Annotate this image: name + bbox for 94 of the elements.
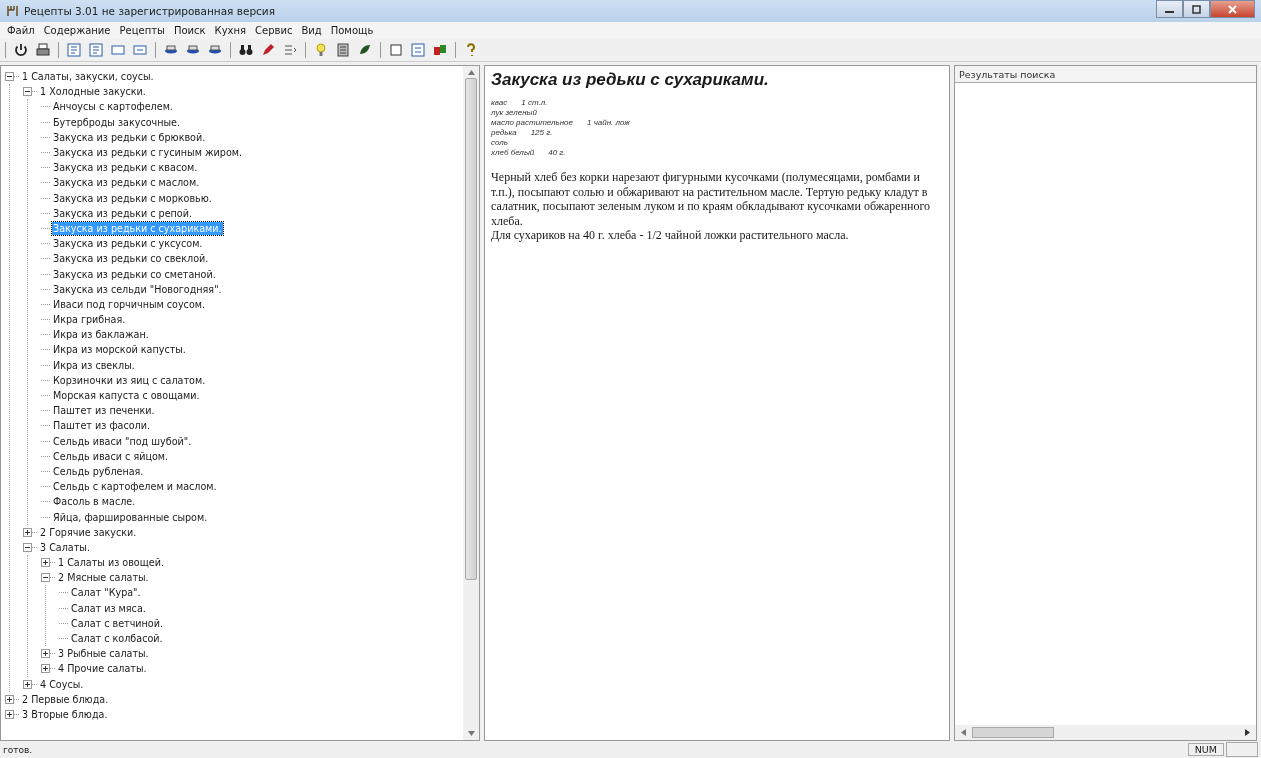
- tree-item[interactable]: Закуска из редьки со сметаной.: [52, 267, 217, 281]
- ingredient-amount: 40 г.: [548, 148, 566, 158]
- menu-item[interactable]: Содержание: [43, 25, 111, 36]
- expand-icon[interactable]: [41, 649, 50, 659]
- tree-item[interactable]: Закуска из редьки с брюквой.: [52, 130, 207, 144]
- expand-icon[interactable]: [23, 527, 32, 537]
- tree-item[interactable]: Сельдь иваси с яйцом.: [52, 449, 170, 463]
- tree-item[interactable]: Закуска из редьки с уксусом.: [52, 237, 204, 251]
- column-header: Результаты поиска: [955, 66, 1256, 83]
- ingredient-amount: 125 г.: [530, 128, 553, 138]
- tree-item[interactable]: 3 Вторые блюда.: [21, 707, 109, 721]
- maximize-icon: [1192, 4, 1201, 14]
- menu-item[interactable]: Помощь: [330, 25, 374, 36]
- expand-icon[interactable]: [41, 664, 50, 674]
- collapse-icon[interactable]: [41, 573, 50, 583]
- tree-item[interactable]: Закуска из редьки с морковью.: [52, 191, 213, 205]
- tree-item[interactable]: Закуска из редьки с квасом.: [52, 161, 199, 175]
- ingredient-name: масло растительное: [491, 118, 573, 128]
- tree-item[interactable]: Бутерброды закусочные.: [52, 115, 182, 129]
- tree-item[interactable]: Салат с ветчиной.: [70, 616, 165, 630]
- tree-item[interactable]: 1 Салаты, закуски, соусы.: [21, 70, 155, 84]
- tree-item[interactable]: 3 Рыбные салаты.: [57, 647, 150, 661]
- scroll-left-icon[interactable]: [961, 729, 966, 736]
- ingredient-name: квас: [491, 98, 508, 108]
- status-indicator: NUM: [1187, 743, 1224, 756]
- tree-item[interactable]: 4 Прочие салаты.: [57, 662, 148, 676]
- tree-item[interactable]: Иваси под горчичным соусом.: [52, 297, 207, 311]
- scrollbar[interactable]: [463, 66, 479, 740]
- tree-item[interactable]: Икра из баклажан.: [52, 328, 150, 342]
- tree-item[interactable]: Паштет из печенки.: [52, 404, 156, 418]
- scrollbar[interactable]: [955, 725, 1256, 740]
- tree-item[interactable]: Закуска из редьки с маслом.: [52, 176, 201, 190]
- window-title: Рецепты 3.01 не зарегистрированная версия: [24, 5, 275, 17]
- minimize-icon: [1165, 11, 1174, 13]
- scrollbar-thumb[interactable]: [972, 727, 1054, 738]
- expand-icon[interactable]: [5, 694, 14, 704]
- collapse-icon[interactable]: [5, 72, 14, 82]
- tree-item[interactable]: Салат "Кура".: [70, 586, 142, 600]
- tree-item[interactable]: Икра из свеклы.: [52, 358, 136, 372]
- menu-item[interactable]: Сервис: [255, 25, 293, 36]
- scrollbar-thumb[interactable]: [465, 78, 477, 580]
- tree-item[interactable]: 2 Горячие закуски.: [39, 525, 138, 539]
- maximize-button[interactable]: [1183, 0, 1210, 18]
- collapse-icon[interactable]: [23, 542, 32, 552]
- scroll-up-icon[interactable]: [467, 70, 475, 75]
- tree-item[interactable]: Салат из мяса.: [70, 601, 147, 615]
- ingredient-amount: 1 ст.л.: [521, 98, 548, 108]
- menu-item[interactable]: Рецепты: [119, 25, 165, 36]
- tree-item[interactable]: 1 Холодные закуски.: [39, 85, 147, 99]
- tree-item[interactable]: Фасоль в масле.: [52, 495, 137, 509]
- tree-item[interactable]: 1 Салаты из овощей.: [57, 556, 165, 570]
- recipe-title: Закуска из редьки с сухариками.: [491, 70, 770, 90]
- menu-item[interactable]: Поиск: [173, 25, 206, 36]
- ingredient-name: редька: [491, 128, 517, 138]
- tree-item[interactable]: Анчоусы с картофелем.: [52, 100, 174, 114]
- status-panel: [1226, 742, 1258, 757]
- tree-item[interactable]: Морская капуста с овощами.: [52, 389, 201, 403]
- scroll-right-icon[interactable]: [1245, 729, 1250, 736]
- tree-item[interactable]: Икра из морской капусты.: [52, 343, 187, 357]
- minimize-button[interactable]: [1156, 0, 1183, 18]
- expand-icon[interactable]: [23, 679, 32, 689]
- expand-icon[interactable]: [41, 558, 50, 568]
- ingredient-name: соль: [491, 138, 508, 148]
- tree-item[interactable]: Сельдь рубленая.: [52, 464, 145, 478]
- tree-item[interactable]: Корзиночки из яиц с салатом.: [52, 373, 207, 387]
- tree-item[interactable]: Салат с колбасой.: [70, 632, 164, 646]
- tree-item[interactable]: Паштет из фасоли.: [52, 419, 152, 433]
- tree-item[interactable]: 4 Соусы.: [39, 677, 85, 691]
- tree-item[interactable]: Закуска из редьки со свеклой.: [52, 252, 210, 266]
- app-icon: [6, 4, 20, 18]
- tree-item[interactable]: Закуска из редьки с гусиным жиром.: [52, 146, 244, 160]
- status-text: готов.: [3, 744, 33, 755]
- close-icon: [1228, 4, 1237, 14]
- collapse-icon[interactable]: [23, 87, 32, 97]
- tree-item[interactable]: 2 Первые блюда.: [21, 692, 110, 706]
- menu-item[interactable]: Вид: [301, 25, 322, 36]
- tree-item[interactable]: Икра грибная.: [52, 313, 127, 327]
- close-button[interactable]: [1210, 0, 1255, 18]
- ingredient-name: лук зеленый: [491, 108, 537, 118]
- menu-item[interactable]: Кухня: [214, 25, 247, 36]
- recipe-text: Черный хлеб без корки нарезают фигурными кусочками (полумесяцами, ромбами и т.п.), посыпают солью и обжаривают на растительном масле. Тертую редьку кладут в салатник, посыпают зеленым луком и по краям обкладывают кусочками обжаренного хлеба.: [491, 170, 932, 228]
- ingredient-name: хлеб белый: [491, 148, 535, 158]
- tree-item[interactable]: Закуска из сельди "Новогодняя".: [52, 282, 223, 296]
- tree-item[interactable]: Яйца, фаршированные сыром.: [52, 510, 209, 524]
- tree-item[interactable]: Сельдь с картофелем и маслом.: [52, 480, 218, 494]
- recipe-text: Для сухариков на 40 г. хлеба - 1/2 чайной ложки растительного масла.: [491, 228, 850, 243]
- tree-item[interactable]: Закуска из редьки с репой.: [52, 206, 193, 220]
- expand-icon[interactable]: [5, 709, 14, 719]
- tree-item[interactable]: 2 Мясные салаты.: [57, 571, 150, 585]
- scroll-down-icon[interactable]: [467, 731, 475, 736]
- tree-item[interactable]: Сельдь иваси "под шубой".: [52, 434, 193, 448]
- tree-item[interactable]: 3 Салаты.: [39, 540, 91, 554]
- menu-item[interactable]: Файл: [7, 25, 35, 36]
- ingredient-amount: 1 чайн. лож: [587, 118, 630, 128]
